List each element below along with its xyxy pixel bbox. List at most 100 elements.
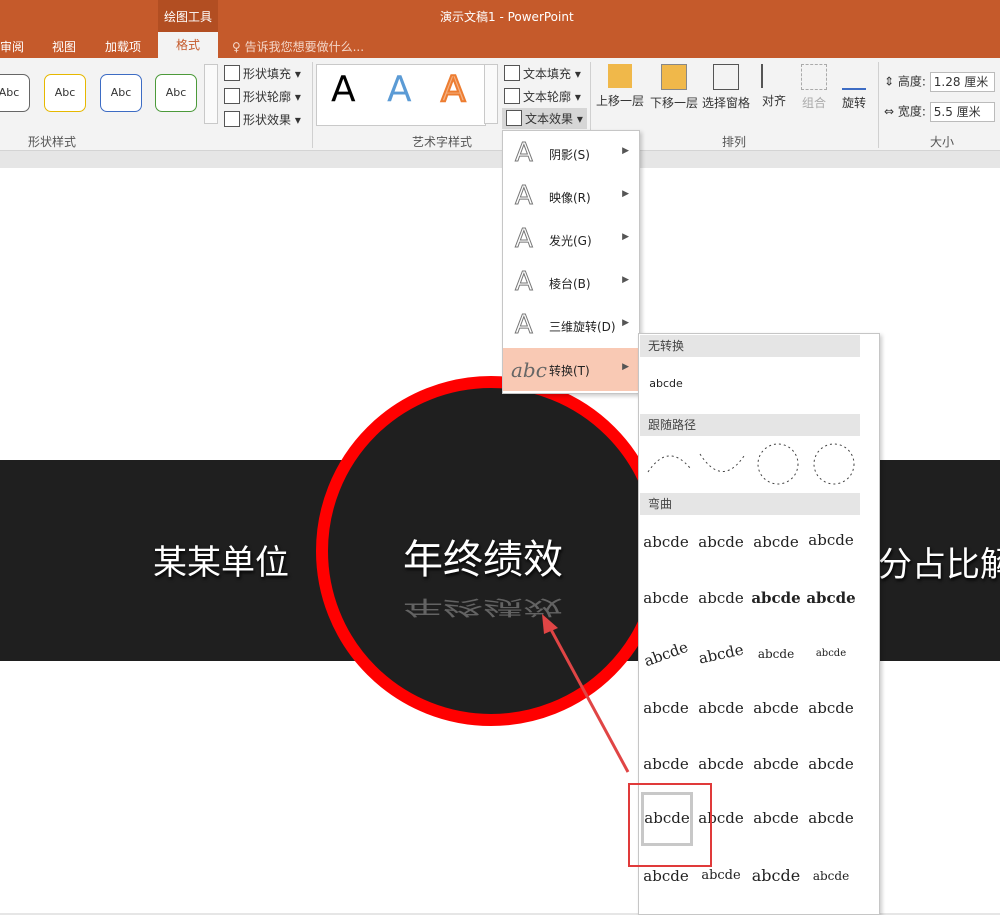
warp-item[interactable]: abcde bbox=[805, 688, 857, 728]
arch-up-preset[interactable] bbox=[647, 455, 691, 473]
warp-item[interactable]: abcde bbox=[640, 856, 692, 896]
text-outline-button[interactable]: 文本轮廓 ▾ bbox=[504, 88, 581, 105]
height-icon: ⇕ bbox=[884, 74, 895, 89]
shape-style-preset[interactable]: Abc bbox=[44, 74, 86, 112]
warp-item[interactable]: abcde bbox=[750, 634, 802, 674]
wordart-gallery[interactable]: A A A bbox=[316, 64, 486, 126]
tab-format[interactable]: 格式 bbox=[158, 32, 218, 58]
ribbon-tabs bbox=[0, 32, 1000, 58]
button-preset[interactable] bbox=[813, 443, 855, 485]
menu-item-reflection[interactable]: A 映像(R) ▶ bbox=[503, 175, 639, 218]
circle-preset[interactable] bbox=[757, 443, 799, 485]
menu-item-label: 阴影(S) bbox=[549, 148, 590, 162]
menu-item-shadow[interactable]: A 阴影(S) ▶ bbox=[503, 132, 639, 175]
size-group-label: 大小 bbox=[930, 135, 955, 149]
shape-fill-button[interactable]: 形状填充 ▾ bbox=[224, 65, 301, 82]
bring-forward-label: 上移一层 bbox=[595, 94, 644, 108]
rotate-label: 旋转 bbox=[841, 96, 866, 110]
bevel-icon: A bbox=[515, 267, 534, 298]
wordart-preset-black[interactable]: A bbox=[331, 69, 356, 110]
warp-item[interactable]: abcde bbox=[805, 798, 857, 838]
no-transform-header: 无转换 bbox=[640, 335, 860, 357]
tell-me-placeholder: 告诉我您想要做什么... bbox=[244, 40, 365, 54]
warp-item[interactable]: abcde bbox=[805, 856, 857, 896]
slide-text-center[interactable]: 年终绩效 bbox=[403, 527, 563, 585]
warp-item[interactable]: abcde bbox=[695, 522, 747, 562]
wordart-preset-blue[interactable]: A bbox=[387, 69, 412, 110]
arrange-group-label: 排列 bbox=[722, 135, 747, 149]
warp-item[interactable]: abcde bbox=[640, 578, 692, 618]
warp-item[interactable]: abcde bbox=[750, 688, 802, 728]
text-effects-button[interactable]: 文本效果 ▾ bbox=[502, 108, 587, 129]
warp-item[interactable]: abcde bbox=[805, 744, 857, 784]
bring-forward-button[interactable]: 上移一层 bbox=[592, 64, 648, 109]
menu-item-label: 发光(G) bbox=[549, 234, 592, 248]
warp-item[interactable]: abcde bbox=[640, 522, 692, 562]
menu-item-glow[interactable]: A 发光(G) ▶ bbox=[503, 218, 639, 261]
shape-style-preset[interactable]: Abc bbox=[100, 74, 142, 112]
text-fill-button[interactable]: 文本填充 ▾ bbox=[504, 65, 581, 82]
chevron-right-icon: ▶ bbox=[622, 146, 629, 156]
shape-style-gallery-scroll[interactable] bbox=[204, 64, 218, 124]
warp-item[interactable]: abcde bbox=[695, 856, 747, 896]
height-input[interactable]: 1.28 厘米 bbox=[929, 72, 995, 92]
menu-item-3d-rotation[interactable]: A 三维旋转(D) ▶ bbox=[503, 304, 639, 347]
warp-item[interactable]: abcde bbox=[695, 578, 747, 618]
chevron-right-icon: ▶ bbox=[622, 189, 629, 199]
send-backward-label: 下移一层 bbox=[649, 96, 698, 110]
align-icon bbox=[761, 64, 787, 88]
warp-item[interactable]: abcde bbox=[640, 688, 692, 728]
group-objects-icon bbox=[801, 64, 827, 90]
warp-item[interactable]: abcde bbox=[695, 688, 747, 728]
follow-path-gallery[interactable] bbox=[640, 438, 860, 490]
warp-item[interactable]: abcde bbox=[750, 798, 802, 838]
menu-item-bevel[interactable]: A 棱台(B) ▶ bbox=[503, 261, 639, 304]
no-transform-item[interactable]: abcde bbox=[640, 364, 692, 404]
warp-item[interactable]: abcde bbox=[750, 856, 802, 896]
warp-item[interactable]: abcde bbox=[750, 744, 802, 784]
shape-style-preset[interactable]: Abc bbox=[155, 74, 197, 112]
rotate-button[interactable]: 旋转 bbox=[826, 64, 882, 111]
arrow-head bbox=[542, 614, 558, 634]
warp-item[interactable]: abcde bbox=[805, 520, 857, 560]
wordart-gallery-scroll[interactable] bbox=[484, 64, 498, 124]
warp-item[interactable]: abcde bbox=[750, 522, 802, 562]
paint-bucket-icon bbox=[224, 65, 240, 81]
tell-me-box[interactable]: ♀ 告诉我您想要做什么... bbox=[232, 38, 364, 55]
shape-effects-button[interactable]: 形状效果 ▾ bbox=[224, 111, 301, 128]
rotate-icon bbox=[842, 64, 866, 90]
slide-text-right[interactable]: 分占比解 bbox=[878, 537, 1000, 586]
text-outline-icon bbox=[504, 88, 520, 104]
chevron-right-icon: ▶ bbox=[622, 275, 629, 285]
warp-item[interactable]: abcde bbox=[750, 578, 802, 618]
slide-text-left[interactable]: 某某单位 bbox=[153, 535, 289, 584]
tab-review[interactable]: 审阅 bbox=[0, 38, 24, 55]
glow-icon: A bbox=[515, 224, 534, 255]
tab-addins[interactable]: 加载项 bbox=[105, 38, 141, 55]
warp-item[interactable]: abcde bbox=[640, 744, 692, 784]
wordart-preset-orange[interactable]: A bbox=[440, 68, 467, 111]
follow-path-header: 跟随路径 bbox=[640, 414, 860, 436]
bring-forward-icon bbox=[608, 64, 632, 88]
warp-item[interactable]: abcde bbox=[805, 634, 857, 674]
shape-outline-label: 形状轮廓 bbox=[243, 90, 292, 104]
menu-item-transform[interactable]: abc 转换(T) ▶ bbox=[503, 348, 639, 391]
warp-item[interactable]: abcde bbox=[695, 744, 747, 784]
context-tab-group-label: 绘图工具 bbox=[163, 10, 212, 24]
menu-item-label: 棱台(B) bbox=[549, 277, 591, 291]
height-control: ⇕ 高度: 1.28 厘米 bbox=[884, 72, 995, 92]
group-label: 组合 bbox=[801, 96, 826, 110]
selection-pane-label: 选择窗格 bbox=[701, 96, 750, 110]
shape-outline-button[interactable]: 形状轮廓 ▾ bbox=[224, 88, 301, 105]
arch-down-preset[interactable] bbox=[699, 453, 745, 472]
width-input[interactable]: 5.5 厘米 bbox=[929, 102, 995, 122]
send-backward-button[interactable]: 下移一层 bbox=[646, 64, 702, 111]
shape-style-preset[interactable]: Abc bbox=[0, 74, 30, 112]
tab-view[interactable]: 视图 bbox=[52, 38, 76, 55]
text-fill-label: 文本填充 bbox=[523, 67, 572, 81]
pencil-icon bbox=[224, 88, 240, 104]
transform-icon: abc bbox=[511, 358, 547, 382]
text-fill-icon bbox=[504, 65, 520, 81]
lightbulb-icon: ♀ bbox=[232, 40, 245, 54]
warp-item[interactable]: abcde bbox=[805, 578, 857, 618]
